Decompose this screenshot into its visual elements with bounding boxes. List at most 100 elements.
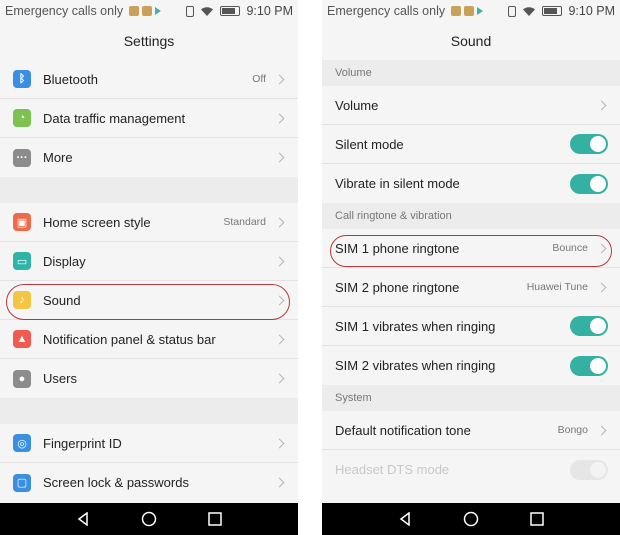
chevron-right-icon: [274, 217, 285, 227]
settings-list: ᛒ Bluetooth Off ◔ Data traffic management ···…: [0, 60, 298, 502]
sound-item-sim-1-phone-ringtone[interactable]: SIM 1 phone ringtone Bounce: [322, 229, 620, 268]
settings-item-bluetooth[interactable]: ᛒ Bluetooth Off: [0, 60, 298, 99]
sound-item-label: Silent mode: [335, 136, 404, 152]
back-icon[interactable]: [76, 512, 90, 526]
settings-item-label: More: [43, 150, 73, 165]
clock: 9:10 PM: [568, 4, 615, 18]
wifi-icon: [523, 6, 536, 16]
toggle-switch[interactable]: [570, 316, 608, 336]
users-icon: ●: [13, 369, 31, 388]
section-header-call-ringtone-and-vibration: Call ringtone & vibration: [322, 203, 620, 229]
chevron-right-icon: [596, 243, 607, 253]
more-icon: ···: [13, 148, 31, 167]
lock-icon: ▢: [13, 473, 31, 492]
recent-apps-icon[interactable]: [208, 512, 223, 526]
settings-item-data-traffic-management[interactable]: ◔ Data traffic management: [0, 99, 298, 138]
home-icon[interactable]: [463, 511, 479, 527]
sound-item-label: SIM 1 phone ringtone: [335, 240, 460, 256]
settings-item-sound[interactable]: ♪ Sound: [0, 281, 298, 320]
settings-item-users[interactable]: ● Users: [0, 359, 298, 398]
page-title: Settings: [0, 22, 298, 60]
home-icon[interactable]: [141, 511, 157, 527]
fingerprint-icon: ◎: [13, 434, 31, 452]
settings-item-label: Notification panel & status bar: [43, 331, 216, 347]
sound-item-value: Huawei Tune: [526, 281, 588, 293]
toggle-switch[interactable]: [570, 173, 608, 194]
section-gap: [0, 398, 298, 424]
sound-item-label: Default notification tone: [335, 422, 471, 438]
sound-item-volume[interactable]: Volume: [322, 86, 620, 125]
settings-item-notification-panel-and-status-bar[interactable]: ▲ Notification panel & status bar: [0, 320, 298, 359]
back-icon[interactable]: [398, 512, 412, 526]
battery-icon: [542, 6, 563, 16]
settings-item-label: Sound: [43, 292, 81, 308]
settings-item-home-screen-style[interactable]: ▣ Home screen style Standard: [0, 203, 298, 242]
chevron-right-icon: [596, 282, 607, 292]
settings-item-label: Fingerprint ID: [43, 435, 122, 451]
home-screen-icon: ▣: [13, 213, 31, 231]
play-store-icon: [477, 7, 484, 15]
chevron-right-icon: [596, 100, 607, 110]
settings-screen: Emergency calls only 9:10 PM Settings ᛒB…: [0, 0, 298, 535]
status-bar: Emergency calls only 9:10 PM: [322, 0, 620, 22]
sound-item-label: Vibrate in silent mode: [335, 176, 460, 191]
section-header-volume: Volume: [322, 60, 620, 86]
play-store-icon: [155, 7, 162, 15]
chevron-right-icon: [274, 373, 285, 384]
sound-item-sim-1-vibrates-when-ringing[interactable]: SIM 1 vibrates when ringing: [322, 307, 620, 346]
settings-item-more[interactable]: ··· More: [0, 138, 298, 177]
carrier-text: Emergency calls only: [5, 4, 124, 18]
chevron-right-icon: [274, 113, 285, 123]
sound-item-sim-2-vibrates-when-ringing[interactable]: SIM 2 vibrates when ringing: [322, 346, 620, 385]
recent-apps-icon[interactable]: [530, 512, 545, 526]
sound-item-headset-dts-mode: Headset DTS mode: [322, 450, 620, 489]
section-gap: [0, 177, 298, 203]
sound-screen: Emergency calls only 9:10 PM Sound Volum…: [322, 0, 620, 535]
carrier-text: Emergency calls only: [327, 4, 446, 18]
settings-item-value: Off: [252, 73, 266, 85]
settings-item-screen-lock-and-passwords[interactable]: ▢ Screen lock & passwords: [0, 463, 298, 502]
notification-icon: [142, 6, 153, 16]
sound-item-label: SIM 2 vibrates when ringing: [335, 358, 496, 373]
chevron-right-icon: [274, 256, 285, 266]
sound-settings-list: Volume Volume Silent mode Vibrate in silent…: [322, 60, 620, 489]
nav-bar: [0, 503, 298, 535]
notification-icon: [129, 6, 140, 16]
sound-item-label: SIM 1 vibrates when ringing: [335, 318, 496, 334]
settings-item-label: Display: [43, 253, 86, 269]
sound-item-default-notification-tone[interactable]: Default notification tone Bongo: [322, 411, 620, 450]
vibrate-icon: [186, 5, 195, 17]
settings-item-label: Bluetooth: [43, 71, 98, 87]
sound-item-sim-2-phone-ringtone[interactable]: SIM 2 phone ringtone Huawei Tune: [322, 268, 620, 307]
notification-icon: [464, 6, 475, 16]
sound-icon: ♪: [13, 291, 31, 309]
settings-item-fingerprint-id[interactable]: ◎ Fingerprint ID: [0, 424, 298, 463]
settings-item-label: Home screen style: [43, 214, 151, 230]
sound-item-value: Bounce: [552, 242, 588, 254]
notification-icon: [451, 6, 462, 16]
toggle-switch[interactable]: [570, 134, 608, 154]
settings-item-display[interactable]: ▭ Display: [0, 242, 298, 281]
data-traffic-icon: ◔: [13, 109, 31, 127]
notification-icons: [129, 6, 162, 16]
notification-icon: ▲: [13, 330, 31, 348]
clock: 9:10 PM: [246, 4, 293, 18]
chevron-right-icon: [274, 74, 285, 84]
notification-icons: [451, 6, 484, 16]
toggle-switch: [570, 459, 608, 480]
wifi-icon: [201, 6, 214, 16]
chevron-right-icon: [274, 334, 285, 344]
bluetooth-icon: ᛒ: [13, 70, 31, 88]
sound-item-silent-mode[interactable]: Silent mode: [322, 125, 620, 164]
toggle-switch[interactable]: [570, 355, 608, 376]
sound-item-vibrate-in-silent-mode[interactable]: Vibrate in silent mode: [322, 164, 620, 203]
sound-item-label: Headset DTS mode: [335, 462, 450, 477]
settings-item-value: Standard: [223, 216, 266, 228]
sound-item-label: SIM 2 phone ringtone: [335, 279, 460, 295]
chevron-right-icon: [596, 425, 607, 435]
chevron-right-icon: [274, 477, 285, 488]
nav-bar: [322, 503, 620, 535]
vibrate-icon: [508, 5, 517, 17]
section-header-system: System: [322, 385, 620, 411]
chevron-right-icon: [274, 152, 285, 163]
